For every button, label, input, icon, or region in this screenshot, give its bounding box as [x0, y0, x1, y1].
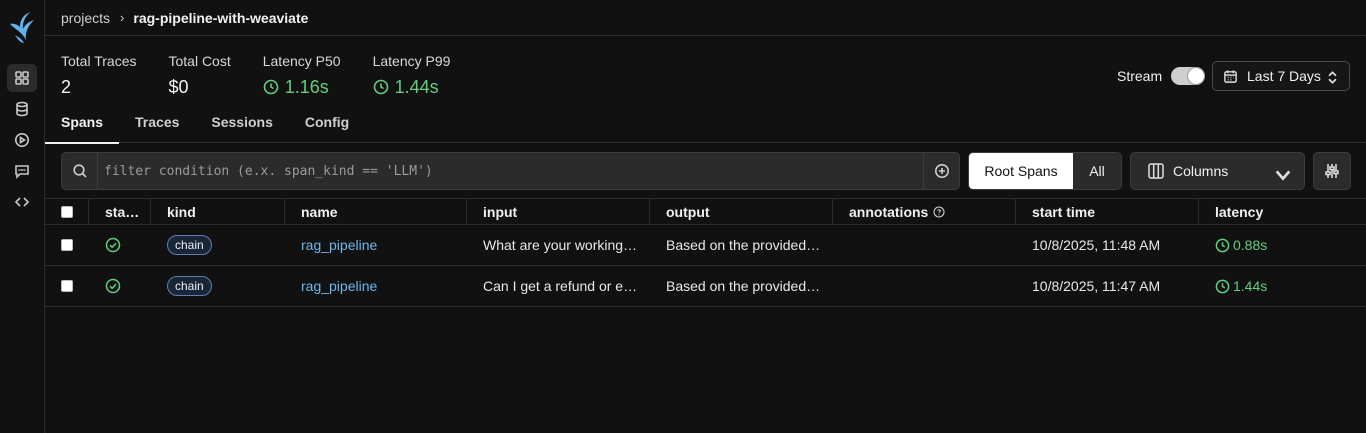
output-cell: Based on the provided… — [666, 237, 821, 253]
column-header-status[interactable]: sta… — [89, 199, 151, 225]
stat-label: Total Cost — [168, 53, 231, 69]
start-time-cell: 10/8/2025, 11:48 AM — [1032, 237, 1161, 253]
latency-p99-value: 1.44s — [394, 77, 439, 97]
breadcrumb: projects › rag-pipeline-with-weaviate — [45, 0, 1366, 36]
clock-icon — [263, 79, 279, 95]
breadcrumb-current-project: rag-pipeline-with-weaviate — [133, 9, 309, 26]
input-cell: What are your working… — [483, 237, 638, 253]
kind-cell: chain — [151, 225, 285, 265]
column-header-name[interactable]: name — [285, 199, 467, 225]
latency-value: 1.44s — [1233, 278, 1268, 294]
app-window: projects › rag-pipeline-with-weaviate To… — [0, 0, 1366, 433]
stat-value: $0 — [168, 77, 189, 97]
annotations-cell — [833, 225, 1016, 265]
status-cell — [89, 225, 151, 265]
span-kind-badge: chain — [167, 235, 212, 255]
stat-value: 2 — [61, 77, 72, 97]
stat-label: Latency P99 — [372, 53, 451, 69]
row-checkbox[interactable] — [61, 239, 73, 251]
clock-icon — [1215, 238, 1230, 252]
table-row[interactable]: chain rag_pipeline What are your working… — [45, 225, 1366, 266]
stat-latency-p99: Latency P99 1.44s — [373, 53, 451, 97]
row-checkbox[interactable] — [61, 280, 73, 292]
start-time-cell: 10/8/2025, 11:47 AM — [1032, 278, 1161, 294]
root-spans-button[interactable]: Root Spans — [969, 153, 1073, 189]
stat-total-traces: Total Traces 2 — [61, 53, 136, 97]
check-circle-icon — [105, 237, 121, 253]
check-circle-icon — [105, 278, 121, 294]
plus-circle-icon[interactable] — [923, 153, 959, 189]
columns-button[interactable]: Columns — [1130, 152, 1305, 190]
span-kind-badge: chain — [167, 276, 212, 296]
row-select — [45, 266, 89, 306]
tab-config[interactable]: Config — [289, 104, 365, 143]
name-link[interactable]: rag_pipeline — [285, 225, 467, 265]
sidebar — [0, 0, 45, 433]
stream-control: Stream — [1117, 67, 1206, 85]
stat-label: Total Traces — [61, 53, 137, 69]
clock-icon — [1215, 279, 1230, 293]
database-icon[interactable] — [7, 95, 37, 123]
project-stats: Total Traces 2 Total Cost $0 Latency P50… — [61, 53, 482, 97]
stat-total-cost: Total Cost $0 — [168, 53, 230, 97]
column-header-annotations[interactable]: annotations — [833, 199, 1016, 225]
stream-toggle[interactable] — [1171, 67, 1206, 85]
latency-value: 0.88s — [1233, 237, 1268, 253]
latency-cell: 1.44s — [1199, 266, 1366, 306]
column-header-start-time[interactable]: start time — [1016, 199, 1199, 225]
columns-label: Columns — [1173, 163, 1229, 179]
grid-icon[interactable] — [7, 64, 37, 92]
chevron-down-icon — [1275, 170, 1291, 181]
select-all-header — [45, 199, 89, 225]
filter-condition-input[interactable] — [98, 153, 923, 189]
chevron-updown-icon — [1328, 71, 1337, 84]
annotations-cell — [833, 266, 1016, 306]
name-link[interactable]: rag_pipeline — [285, 266, 467, 306]
breadcrumb-separator: › — [120, 10, 125, 25]
info-icon[interactable] — [933, 206, 945, 218]
span-scope-toggle: Root Spans All — [968, 152, 1122, 190]
stat-label: Latency P50 — [262, 53, 341, 69]
status-cell — [89, 266, 151, 306]
date-range-picker[interactable]: Last 7 Days — [1212, 61, 1350, 91]
stat-latency-p50: Latency P50 1.16s — [263, 53, 341, 97]
stat-value: 1.44s — [373, 77, 451, 97]
chat-icon[interactable] — [7, 157, 37, 185]
input-cell: Can I get a refund or e… — [483, 278, 638, 294]
display-settings-button[interactable] — [1313, 152, 1351, 190]
select-all-checkbox[interactable] — [61, 206, 73, 218]
play-circle-icon[interactable] — [7, 126, 37, 154]
tab-traces[interactable]: Traces — [119, 104, 195, 143]
table-row[interactable]: chain rag_pipeline Can I get a refund or… — [45, 266, 1366, 307]
tab-spans[interactable]: Spans — [45, 104, 120, 144]
calendar-icon — [1224, 69, 1237, 83]
table-header: sta… kind name input output annotations … — [45, 198, 1366, 225]
project-tabs: Spans Traces Sessions Config — [45, 104, 1366, 144]
row-select — [45, 225, 89, 265]
toggle-knob — [1188, 68, 1205, 84]
spans-table: sta… kind name input output annotations … — [45, 198, 1366, 307]
column-header-input[interactable]: input — [467, 199, 650, 225]
stat-value: 1.16s — [263, 77, 341, 97]
date-range-label: Last 7 Days — [1247, 68, 1321, 84]
kind-cell: chain — [151, 266, 285, 306]
annotations-header-label: annotations — [849, 204, 929, 220]
clock-icon — [373, 79, 388, 95]
column-header-kind[interactable]: kind — [151, 199, 285, 225]
column-header-latency[interactable]: latency — [1199, 199, 1366, 225]
filter-bar — [61, 152, 960, 190]
code-icon[interactable] — [7, 188, 37, 216]
search-icon — [62, 153, 98, 189]
sliders-icon — [1325, 164, 1339, 178]
tab-sessions[interactable]: Sessions — [195, 104, 288, 143]
phoenix-logo-icon[interactable] — [8, 10, 36, 46]
latency-p50-value: 1.16s — [284, 77, 329, 97]
output-cell: Based on the provided… — [666, 278, 821, 294]
columns-icon — [1148, 163, 1164, 179]
latency-cell: 0.88s — [1199, 225, 1366, 265]
breadcrumb-projects-link[interactable]: projects — [61, 10, 110, 26]
stream-label: Stream — [1117, 68, 1163, 84]
column-header-output[interactable]: output — [650, 199, 833, 225]
all-spans-button[interactable]: All — [1073, 153, 1121, 189]
